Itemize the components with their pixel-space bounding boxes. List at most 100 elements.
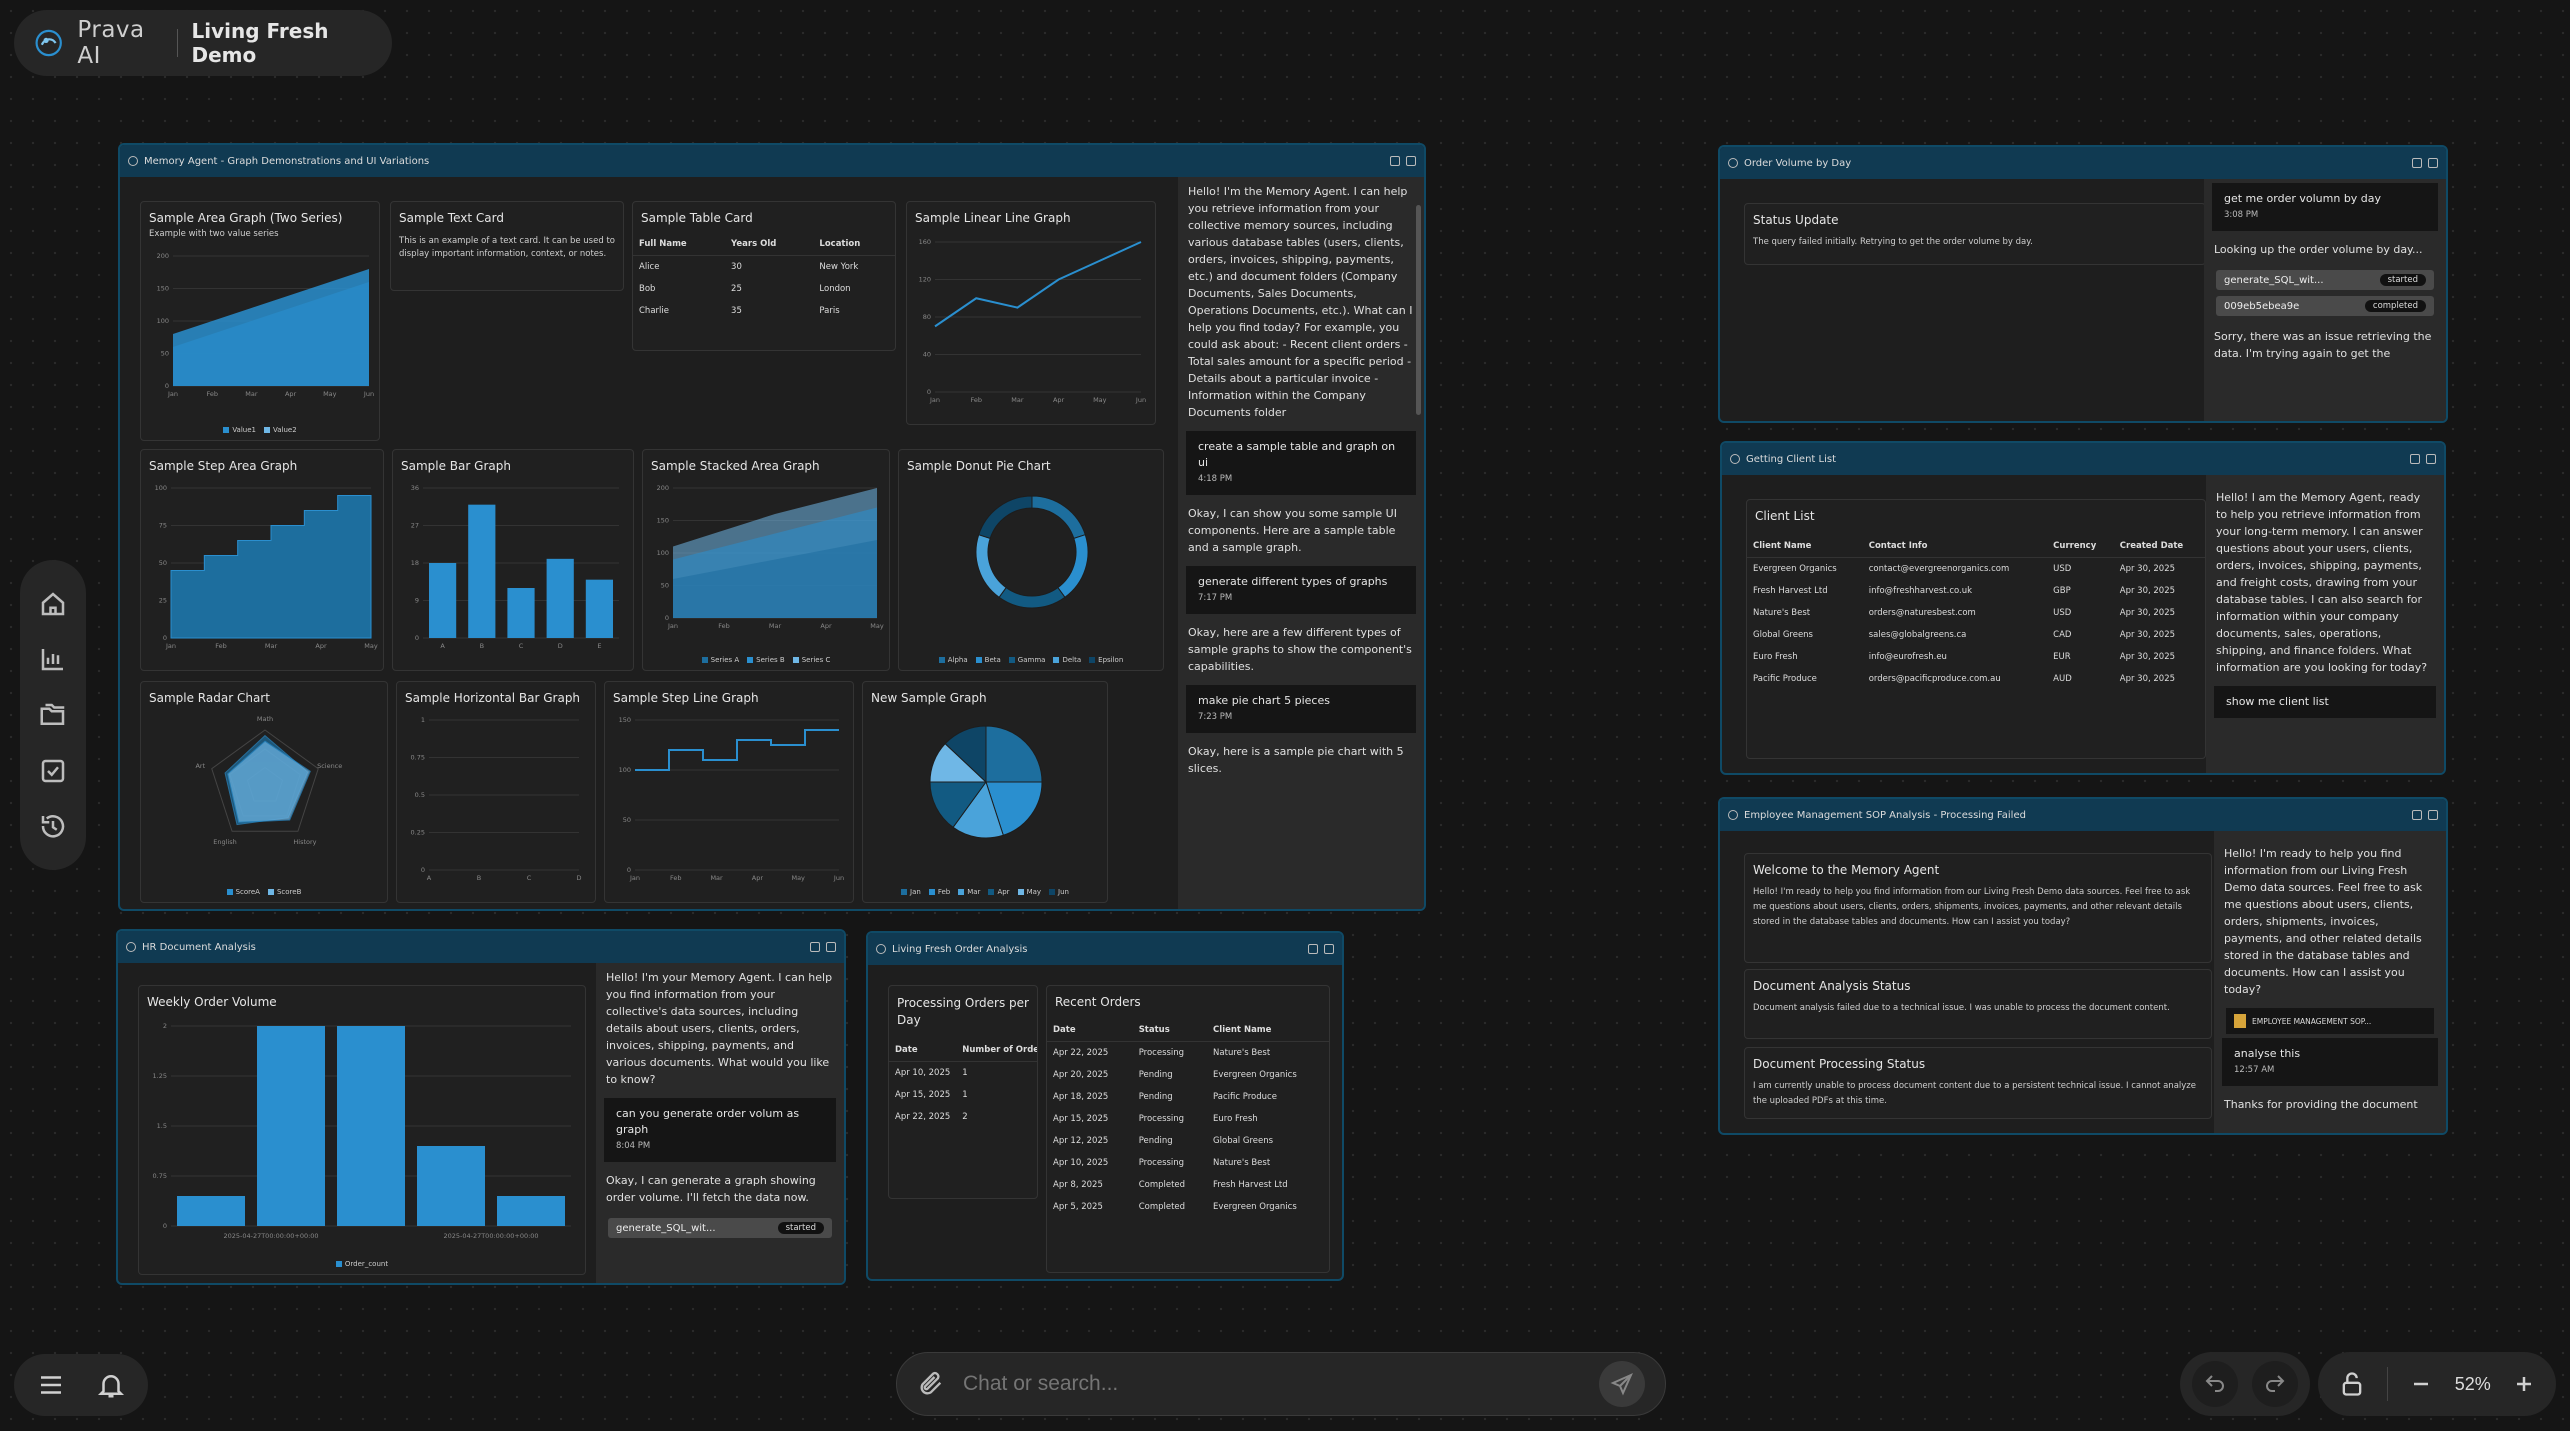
tool-call-pill[interactable]: generate_SQL_wit... started	[608, 1218, 832, 1238]
zoom-out-icon[interactable]	[2409, 1372, 2433, 1396]
card-title: Weekly Order Volume	[147, 995, 277, 1009]
table-cell: Apr 8, 2025	[1053, 1180, 1103, 1190]
chat-icon[interactable]	[2426, 454, 2436, 464]
bottom-left-controls	[14, 1354, 148, 1416]
project-name[interactable]: Living Fresh Demo	[192, 19, 372, 67]
x-tick-label: May	[791, 874, 805, 882]
zoom-in-icon[interactable]	[2512, 1372, 2536, 1396]
y-tick-label: 150	[657, 517, 669, 525]
chat-icon[interactable]	[2428, 810, 2438, 820]
lock-icon[interactable]	[2410, 454, 2420, 464]
search-input[interactable]	[963, 1372, 1581, 1396]
card-title: Sample Radar Chart	[149, 691, 270, 705]
window-header[interactable]: HR Document Analysis	[118, 931, 844, 963]
radar-axis-label: Math	[257, 715, 273, 723]
column-header[interactable]: Contact Info	[1862, 535, 2048, 558]
window-header[interactable]: Employee Management SOP Analysis - Proce…	[1720, 799, 2446, 831]
column-header[interactable]: Date	[1047, 1019, 1133, 1042]
pdf-file-icon	[2234, 1014, 2246, 1028]
card-title: Sample Donut Pie Chart	[907, 459, 1051, 473]
redo-button[interactable]	[2252, 1361, 2298, 1407]
table-cell: Global Greens	[1213, 1136, 1274, 1146]
x-tick-label: Feb	[970, 396, 982, 404]
column-header[interactable]: Status	[1132, 1019, 1208, 1042]
lock-icon[interactable]	[2412, 810, 2422, 820]
chat-icon[interactable]	[1406, 156, 1416, 166]
chat-icon[interactable]	[826, 942, 836, 952]
table-row: Apr 12, 2025 Pending Global Greens	[1047, 1130, 1329, 1152]
lock-icon[interactable]	[1390, 156, 1400, 166]
client-list-window: Getting Client List Client List Client N…	[1720, 441, 2446, 775]
hr-document-window: HR Document Analysis Weekly Order Volume…	[116, 929, 846, 1285]
table-row: Pacific Produce orders@pacificproduce.com…	[1747, 668, 2205, 690]
home-icon[interactable]	[31, 582, 75, 626]
tool-call-pill[interactable]: generate_SQL_wit... started	[2216, 270, 2434, 290]
table-header-row: Client Name Contact Info Currency Created D…	[1747, 535, 2205, 558]
undo-redo-controls	[2180, 1352, 2310, 1416]
bell-icon[interactable]	[96, 1370, 126, 1400]
column-header[interactable]: Full Name	[633, 233, 726, 256]
bar	[546, 558, 574, 638]
table-cell: Nature's Best	[1753, 608, 1811, 618]
legend-item: ScoreB	[267, 888, 301, 896]
memory-agent-window: Memory Agent - Graph Demonstrations and …	[118, 143, 1426, 911]
bar	[429, 563, 457, 638]
checkbox-icon[interactable]	[31, 749, 75, 793]
column-header[interactable]: Client Name	[1747, 535, 1863, 558]
redo-icon	[2266, 1375, 2285, 1392]
y-tick-label: 1	[421, 716, 425, 724]
column-header[interactable]: Years Old	[725, 233, 814, 256]
window-header[interactable]: Getting Client List	[1722, 443, 2444, 475]
send-button[interactable]	[1599, 1361, 1645, 1407]
history-icon[interactable]	[31, 804, 75, 848]
window-header[interactable]: Memory Agent - Graph Demonstrations and …	[120, 145, 1424, 177]
legend-item: Value2	[264, 426, 297, 434]
card-title: Sample Text Card	[399, 211, 504, 225]
sample-table: Full Name Years Old Location Alice 30 New Yor…	[633, 233, 895, 322]
window-header[interactable]: Order Volume by Day	[1720, 147, 2446, 179]
x-tick-label: Mar	[265, 642, 278, 650]
folders-icon[interactable]	[31, 693, 75, 737]
x-tick-label: E	[597, 642, 601, 650]
paperclip-icon[interactable]	[917, 1370, 945, 1398]
tool-call-pill[interactable]: 009eb5ebea9e completed	[2216, 296, 2434, 316]
legend-item: Series C	[792, 656, 830, 664]
menu-icon[interactable]	[36, 1370, 66, 1400]
undo-button[interactable]	[2192, 1361, 2238, 1407]
chat-icon[interactable]	[2428, 158, 2438, 168]
window-title: Living Fresh Order Analysis	[892, 943, 1028, 955]
divider	[176, 29, 178, 57]
linear-line-chart: 160 120 80 40 0Jan Feb Mar Apr May Jun	[919, 238, 1147, 404]
weekly-order-card: Weekly Order Volume 2 1.25 1.5 0.75 0 2025-04…	[138, 985, 586, 1275]
y-tick-label: 1.25	[153, 1072, 167, 1080]
y-tick-label: 2	[163, 1022, 167, 1030]
column-header[interactable]: Date	[889, 1039, 957, 1062]
bot-message: Hello! I'm ready to help you find inform…	[2224, 847, 2423, 996]
lock-icon[interactable]	[1308, 944, 1318, 954]
lock-icon[interactable]	[810, 942, 820, 952]
lock-icon[interactable]	[2338, 1370, 2366, 1398]
table-cell: 1	[962, 1068, 968, 1078]
chart-icon[interactable]	[31, 637, 75, 681]
table-cell: Processing	[1138, 1158, 1185, 1168]
processing-orders-card: Processing Orders per Day Date Number of …	[888, 985, 1038, 1199]
bot-message: Okay, here are a few different types of …	[1188, 626, 1412, 673]
column-header[interactable]: Currency	[2047, 535, 2114, 558]
donut-slice	[1057, 534, 1089, 599]
x-tick-label: Jan	[629, 874, 640, 882]
x-tick-label: May	[870, 622, 884, 630]
scrollbar[interactable]	[1416, 205, 1421, 415]
chat-icon[interactable]	[1324, 944, 1334, 954]
file-attachment[interactable]: EMPLOYEE MANAGEMENT SOP...	[2226, 1008, 2434, 1034]
window-header[interactable]: Living Fresh Order Analysis	[868, 933, 1342, 965]
column-header[interactable]: Created Date	[2113, 535, 2205, 558]
table-row: Global Greens sales@globalgreens.ca CAD Apr…	[1747, 624, 2205, 646]
column-header[interactable]: Client Name	[1207, 1019, 1329, 1042]
lock-icon[interactable]	[2412, 158, 2422, 168]
column-header[interactable]: Location	[813, 233, 895, 256]
column-header[interactable]: Number of Orders	[956, 1039, 1037, 1062]
window-title: Order Volume by Day	[1744, 157, 1852, 169]
order-volume-window: Order Volume by Day Status Update The qu…	[1718, 145, 2448, 423]
table-cell: Apr 15, 2025	[1053, 1114, 1109, 1124]
chat-panel: Hello! I'm ready to help you find inform…	[2214, 831, 2446, 1133]
